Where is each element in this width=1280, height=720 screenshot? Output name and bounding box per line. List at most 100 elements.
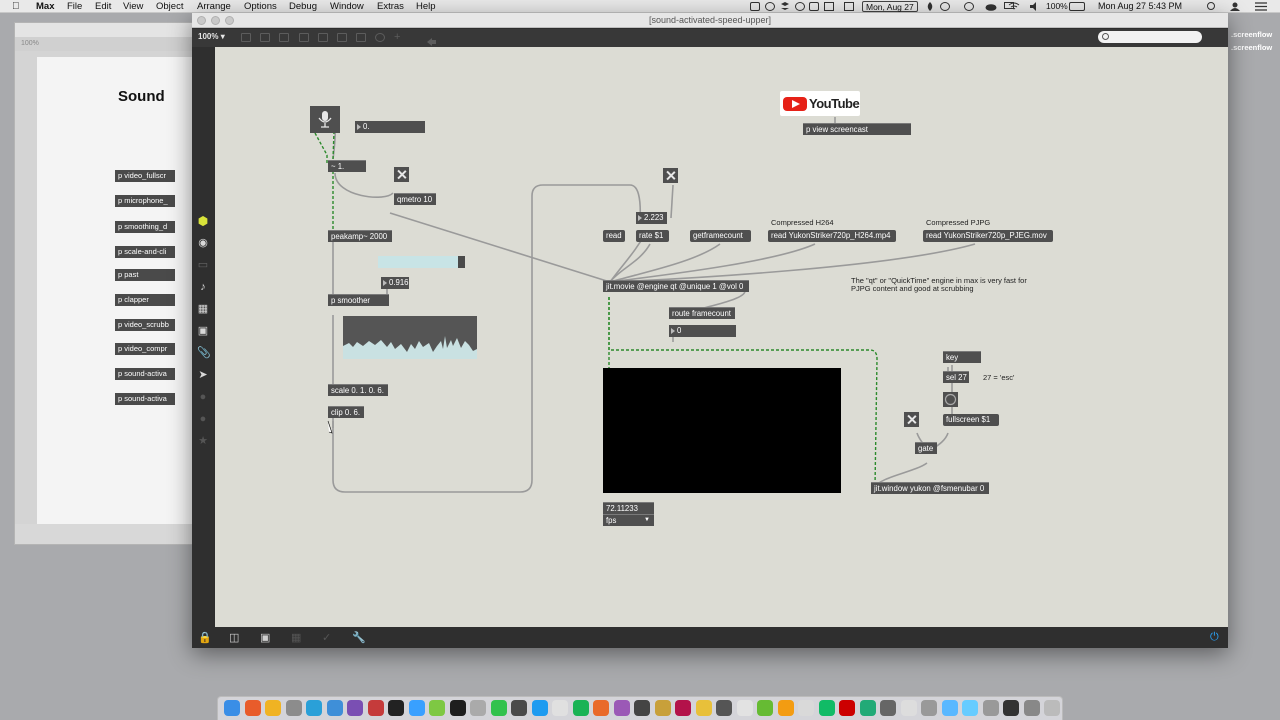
notification-center-icon[interactable] xyxy=(1255,2,1267,11)
cloud-icon[interactable] xyxy=(985,2,997,11)
dock-app-icon[interactable] xyxy=(326,700,343,716)
menu-options[interactable]: Options xyxy=(244,0,277,13)
menu-view[interactable]: View xyxy=(123,0,143,13)
wrench-icon[interactable]: 🔧 xyxy=(352,631,366,644)
menu-file[interactable]: File xyxy=(67,0,82,13)
qmetro-toggle[interactable] xyxy=(394,167,409,182)
background-patch-object[interactable]: p smoothing_d xyxy=(115,221,175,233)
status-circle-icon[interactable] xyxy=(765,2,775,11)
rate-message[interactable]: rate $1 xyxy=(636,230,669,242)
dock-app-icon[interactable] xyxy=(798,700,814,716)
menu-arrange[interactable]: Arrange xyxy=(197,0,231,13)
scale-object[interactable]: scale 0. 1. 0. 6. xyxy=(328,384,388,396)
presentation-mode-icon[interactable]: ◫ xyxy=(229,631,239,644)
desktop-file-label[interactable]: .screenflow xyxy=(1231,43,1272,52)
dock-app-icon[interactable] xyxy=(593,700,609,716)
patch-canvas[interactable]: YouTube p view screencast 0. ~ 1. qmetro… xyxy=(215,47,1228,627)
adc-object[interactable]: ~ 1. xyxy=(328,160,366,172)
help-icon[interactable]: ● xyxy=(197,413,209,425)
menu-max[interactable]: Max xyxy=(36,0,54,13)
route-framecount-object[interactable]: route framecount xyxy=(669,307,735,319)
getframecount-message[interactable]: getframecount xyxy=(690,230,751,242)
level-slider-knob[interactable] xyxy=(458,256,465,268)
new-object-toolbar-icon[interactable] xyxy=(279,33,289,42)
object-cube-icon[interactable]: ⬢ xyxy=(197,215,209,227)
clock-icon[interactable] xyxy=(964,2,974,11)
dock-app-icon[interactable] xyxy=(511,700,527,716)
screen-mirror-icon[interactable] xyxy=(750,2,760,11)
dock-app-icon[interactable] xyxy=(1044,700,1060,716)
dock-app-icon[interactable] xyxy=(531,700,548,716)
align-toolbar-icon[interactable] xyxy=(318,33,328,42)
circle-status-icon[interactable] xyxy=(795,2,805,11)
background-patch-object[interactable]: p video_fullscr xyxy=(115,170,175,182)
star-icon[interactable]: ★ xyxy=(197,435,209,447)
smoother-number-box[interactable]: 0.916 xyxy=(381,277,409,289)
wifi-icon[interactable] xyxy=(1008,2,1020,11)
snap-toolbar-icon[interactable] xyxy=(337,33,347,42)
dock-app-icon[interactable] xyxy=(1023,700,1040,716)
dock-app-icon[interactable] xyxy=(757,700,773,716)
dock-app-icon[interactable] xyxy=(1003,700,1019,716)
read-h264-message[interactable]: read YukonStriker720p_H264.mp4 xyxy=(768,230,896,242)
amplitude-scope[interactable] xyxy=(343,316,477,359)
fps-dropdown[interactable]: fps ▼ xyxy=(603,514,654,526)
background-patch-object[interactable]: p clapper xyxy=(115,294,175,306)
window-icon[interactable] xyxy=(809,2,819,11)
lock-toolbar-icon[interactable] xyxy=(241,33,251,42)
jit-movie-object[interactable]: jit.movie @engine qt @unique 1 @vol 0 xyxy=(603,280,749,292)
lock-icon[interactable]: 🔒 xyxy=(198,631,212,644)
add-toolbar-icon[interactable]: + xyxy=(394,32,404,43)
target-icon[interactable]: ◉ xyxy=(197,237,209,249)
menu-window[interactable]: Window xyxy=(330,0,364,13)
dock-app-icon[interactable] xyxy=(552,700,568,716)
image-icon[interactable]: ▣ xyxy=(197,325,209,337)
apple-menu-icon[interactable]:  xyxy=(12,0,20,13)
background-patch-canvas[interactable] xyxy=(37,57,201,526)
jit-window-object[interactable]: jit.window yukon @fsmenubar 0 xyxy=(871,482,989,494)
presentation-toolbar-icon[interactable] xyxy=(260,33,270,42)
qmetro-object[interactable]: qmetro 10 xyxy=(394,193,436,205)
minimize-window-button[interactable] xyxy=(211,16,220,25)
dock-app-icon[interactable] xyxy=(695,700,712,716)
grid-icon[interactable]: ▦ xyxy=(291,631,301,644)
circle-icon[interactable]: ● xyxy=(197,391,209,403)
dock-app-icon[interactable] xyxy=(449,700,466,716)
background-patch-object[interactable]: p past xyxy=(115,269,175,281)
fullscreen-toggle[interactable] xyxy=(904,412,919,427)
group-toolbar-icon[interactable] xyxy=(356,33,366,42)
dock-app-icon[interactable] xyxy=(244,700,261,716)
music-note-icon[interactable]: ♪ xyxy=(197,281,209,293)
key-object[interactable]: key xyxy=(943,351,981,363)
dock-app-icon[interactable] xyxy=(839,700,855,716)
back-toolbar-icon[interactable] xyxy=(426,33,436,46)
dock-app-icon[interactable] xyxy=(367,700,384,716)
dock-app-icon[interactable] xyxy=(716,700,732,716)
read-pjpeg-message[interactable]: read YukonStriker720p_PJEG.mov xyxy=(923,230,1053,242)
dock-app-icon[interactable] xyxy=(900,700,917,716)
edit-icon[interactable]: ✓ xyxy=(322,631,331,644)
dock-app-icon[interactable] xyxy=(941,700,958,716)
dock-app-icon[interactable] xyxy=(880,700,896,716)
puzzle-icon[interactable]: ➤ xyxy=(197,369,209,381)
framecount-number-box[interactable]: 0 xyxy=(669,325,736,337)
background-patch-object[interactable]: p sound-activa xyxy=(115,368,175,380)
dock-app-icon[interactable] xyxy=(470,700,486,716)
sync-icon[interactable] xyxy=(940,2,950,11)
user-icon[interactable] xyxy=(1230,2,1240,11)
close-window-button[interactable] xyxy=(197,16,206,25)
dock-app-icon[interactable] xyxy=(265,700,281,716)
rate-number-box[interactable]: 2.223 xyxy=(636,212,667,224)
fullscreen-message[interactable]: fullscreen $1 xyxy=(943,414,999,426)
background-zoom-label[interactable]: 100% xyxy=(21,40,39,47)
view-screencast-object[interactable]: p view screencast xyxy=(803,123,911,135)
background-patch-object[interactable]: p sound-activa xyxy=(115,393,175,405)
esc-bang[interactable] xyxy=(943,392,958,407)
volume-icon[interactable] xyxy=(1030,2,1040,11)
gate-object[interactable]: gate xyxy=(915,442,937,454)
window-titlebar[interactable]: [sound-activated-speed-upper] xyxy=(192,13,1228,28)
dock-app-icon[interactable] xyxy=(408,700,425,716)
background-patch-object[interactable]: p video_compr xyxy=(115,343,175,355)
background-patcher-window[interactable]: 100% Sound p video_fullscr p microphone_… xyxy=(14,22,201,545)
zoom-window-button[interactable] xyxy=(225,16,234,25)
